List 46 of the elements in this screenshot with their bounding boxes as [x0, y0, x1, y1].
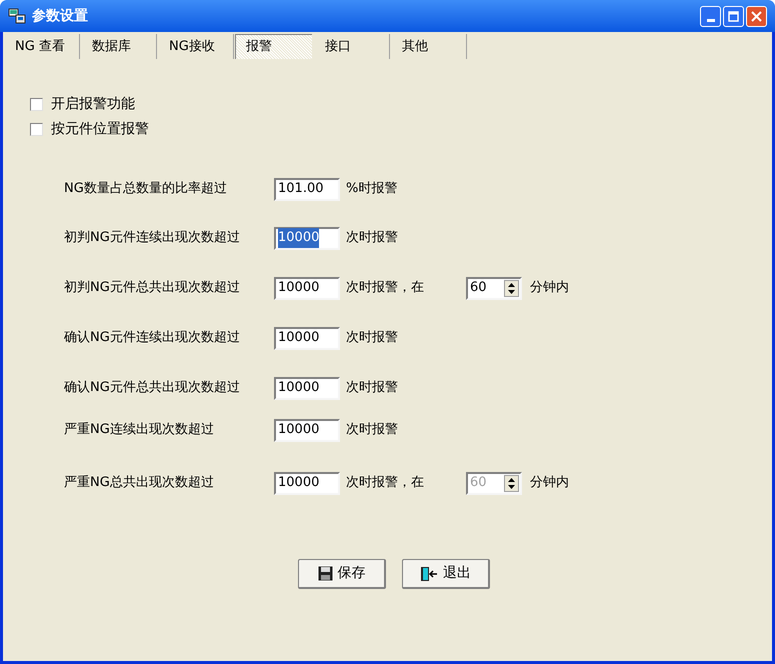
- input-field[interactable]: 101.00: [274, 178, 340, 200]
- close-icon: [751, 10, 762, 22]
- tab[interactable]: 报警: [235, 34, 312, 59]
- tab[interactable]: 其他: [390, 34, 467, 59]
- save-button[interactable]: 保存: [298, 559, 386, 589]
- maximize-icon: [728, 10, 739, 22]
- checkbox-label: 按元件位置报警: [51, 120, 149, 139]
- input-field[interactable]: 10000: [274, 326, 340, 350]
- suffix-label: %时报警: [346, 180, 398, 198]
- input-field[interactable]: 10000: [274, 418, 340, 442]
- suffix-label: 次时报警: [346, 379, 399, 398]
- suffix-label: 次时报警: [346, 229, 399, 248]
- suffix-label: 次时报警，在: [346, 279, 425, 298]
- input-field[interactable]: 10000: [274, 472, 340, 494]
- field-label: NG数量占总数量的比率超过: [63, 180, 228, 198]
- spin-arrows-icon[interactable]: [504, 280, 519, 296]
- close-button[interactable]: [746, 6, 767, 26]
- field-label: 初判NG元件总共出现次数超过: [63, 279, 241, 298]
- suffix-label: 次时报警，在: [346, 474, 425, 492]
- tab[interactable]: NG 查看: [3, 34, 80, 59]
- tab[interactable]: 接口: [313, 34, 390, 59]
- input-field[interactable]: 10000: [274, 276, 340, 300]
- exit-button[interactable]: 退出: [402, 559, 490, 589]
- input-field[interactable]: 10000: [274, 226, 340, 250]
- tab[interactable]: NG接收: [157, 34, 234, 59]
- field-label: 初判NG元件连续出现次数超过: [63, 229, 241, 248]
- window-title: 参数设置: [32, 6, 88, 26]
- spin-box[interactable]: 60: [466, 276, 522, 300]
- field-label: 确认NG元件总共出现次数超过: [63, 379, 241, 398]
- minimize-button[interactable]: [700, 6, 721, 26]
- unit-label: 分钟内: [530, 279, 569, 298]
- checkbox-label: 开启报警功能: [51, 95, 135, 114]
- minimize-icon: [706, 18, 714, 22]
- checkbox[interactable]: [30, 98, 43, 111]
- suffix-label: 次时报警: [346, 329, 399, 348]
- input-field[interactable]: 10000: [274, 376, 340, 400]
- door-arrow-icon: [420, 566, 438, 582]
- field-label: 严重NG连续出现次数超过: [63, 421, 215, 440]
- field-label: 严重NG总共出现次数超过: [63, 474, 215, 492]
- suffix-label: 次时报警: [346, 421, 399, 440]
- unit-label: 分钟内: [530, 474, 569, 492]
- maximize-button[interactable]: [723, 6, 744, 26]
- checkbox[interactable]: [30, 123, 43, 136]
- app-icon: [8, 8, 26, 24]
- tab[interactable]: 数据库: [80, 34, 157, 59]
- field-label: 确认NG元件连续出现次数超过: [63, 329, 241, 348]
